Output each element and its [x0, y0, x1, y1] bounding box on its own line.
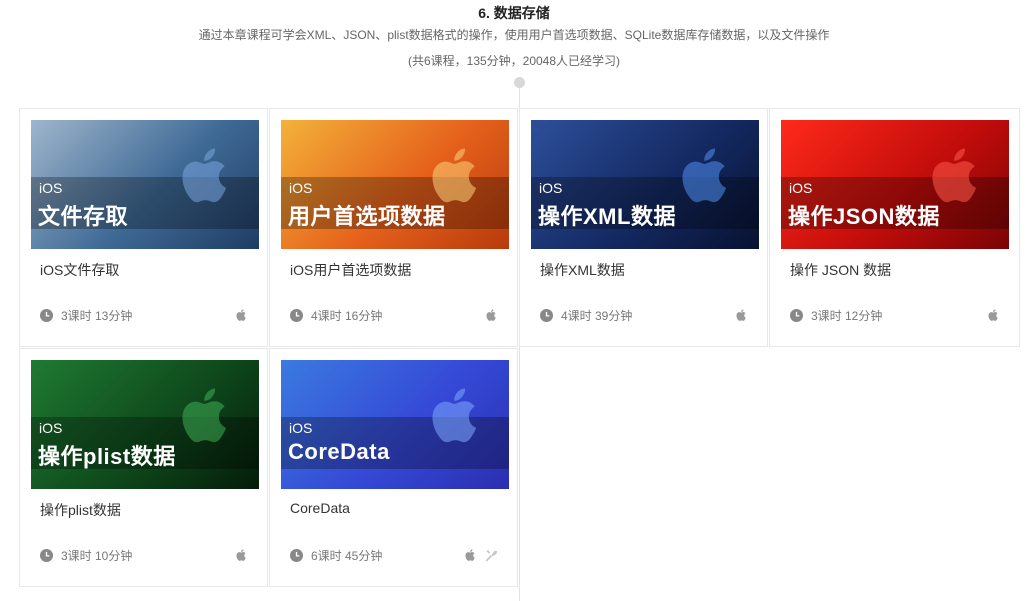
course-card[interactable]: iOS CoreData CoreData 6课时 45分钟 [269, 348, 518, 587]
thumbnail-platform-text: iOS [39, 180, 63, 196]
course-stats: 4课时 39分钟 [540, 307, 632, 324]
section-meta: (共6课程，135分钟，20048人已经学习) [407, 54, 621, 68]
course-stats: 3课时 12分钟 [790, 307, 882, 324]
clock-icon [540, 309, 553, 322]
course-card[interactable]: iOS 操作JSON数据 操作 JSON 数据 3课时 12分钟 [769, 108, 1020, 347]
thumbnail-platform-text: iOS [539, 180, 563, 196]
clock-icon [40, 309, 53, 322]
section-title: 6. 数据存储 [478, 5, 550, 21]
course-thumbnail[interactable]: iOS 操作plist数据 [31, 360, 259, 489]
course-name[interactable]: 操作 JSON 数据 [790, 260, 891, 280]
thumbnail-title-text: 用户首选项数据 [288, 204, 446, 229]
course-duration: 6课时 45分钟 [311, 549, 383, 563]
course-thumbnail[interactable]: iOS 操作JSON数据 [781, 120, 1009, 249]
course-stats: 3课时 10分钟 [40, 547, 132, 564]
course-name[interactable]: 操作plist数据 [40, 500, 121, 520]
platform-icons [228, 307, 249, 323]
course-name[interactable]: 操作XML数据 [540, 260, 625, 280]
apple-icon [236, 549, 246, 561]
course-name[interactable]: iOS文件存取 [40, 260, 119, 280]
apple-icon [236, 309, 246, 321]
section-header: 6. 数据存储 通过本章课程可学会XML、JSON、plist数据格式的操作，使… [0, 0, 1028, 70]
clock-icon [290, 549, 303, 562]
thumbnail-platform-text: iOS [39, 420, 63, 436]
apple-icon [988, 309, 998, 321]
course-name[interactable]: iOS用户首选项数据 [290, 260, 411, 280]
course-card[interactable]: iOS 操作XML数据 操作XML数据 4课时 39分钟 [519, 108, 768, 347]
clock-icon [290, 309, 303, 322]
platform-icons [980, 307, 1001, 323]
thumbnail-title-text: 文件存取 [38, 204, 129, 229]
platform-icons [728, 307, 749, 323]
apple-logo-icon [182, 148, 227, 203]
thumbnail-platform-text: iOS [289, 180, 313, 196]
course-duration: 4课时 39分钟 [561, 309, 633, 323]
course-card[interactable]: iOS 文件存取 iOS文件存取 3课时 13分钟 [19, 108, 268, 347]
course-card[interactable]: iOS 操作plist数据 操作plist数据 3课时 10分钟 [19, 348, 268, 587]
thumbnail-title-text: CoreData [288, 439, 390, 464]
thumbnail-platform-text: iOS [289, 420, 313, 436]
platform-icons [478, 307, 499, 323]
course-name[interactable]: CoreData [290, 500, 350, 516]
timeline-dot [514, 77, 525, 88]
thumbnail-title-text: 操作XML数据 [538, 204, 676, 229]
course-stats: 6课时 45分钟 [290, 547, 382, 564]
course-thumbnail[interactable]: iOS 操作XML数据 [531, 120, 759, 249]
thumbnail-title-text: 操作plist数据 [38, 444, 176, 469]
apple-logo-icon [432, 388, 477, 443]
apple-icon [465, 549, 475, 561]
course-thumbnail[interactable]: iOS CoreData [281, 360, 509, 489]
tools-icon [485, 550, 498, 562]
course-duration: 3课时 10分钟 [61, 549, 133, 563]
platform-icons [457, 547, 499, 563]
apple-icon [486, 309, 496, 321]
course-duration: 3课时 13分钟 [61, 309, 133, 323]
thumbnail-title-text: 操作JSON数据 [788, 204, 940, 229]
course-stats: 4课时 16分钟 [290, 307, 382, 324]
apple-logo-icon [182, 388, 227, 443]
clock-icon [40, 549, 53, 562]
apple-icon [736, 309, 746, 321]
course-thumbnail[interactable]: iOS 用户首选项数据 [281, 120, 509, 249]
course-thumbnail[interactable]: iOS 文件存取 [31, 120, 259, 249]
course-stats: 3课时 13分钟 [40, 307, 132, 324]
platform-icons [228, 547, 249, 563]
section-description: 通过本章课程可学会XML、JSON、plist数据格式的操作，使用用户首选项数据… [198, 28, 830, 42]
thumbnail-platform-text: iOS [789, 180, 813, 196]
clock-icon [790, 309, 803, 322]
course-duration: 3课时 12分钟 [811, 309, 883, 323]
course-grid: iOS 文件存取 iOS文件存取 3课时 13分钟 iOS 用户首选项数据 iO… [19, 108, 1020, 601]
course-card[interactable]: iOS 用户首选项数据 iOS用户首选项数据 4课时 16分钟 [269, 108, 518, 347]
apple-logo-icon [682, 148, 727, 203]
course-duration: 4课时 16分钟 [311, 309, 383, 323]
